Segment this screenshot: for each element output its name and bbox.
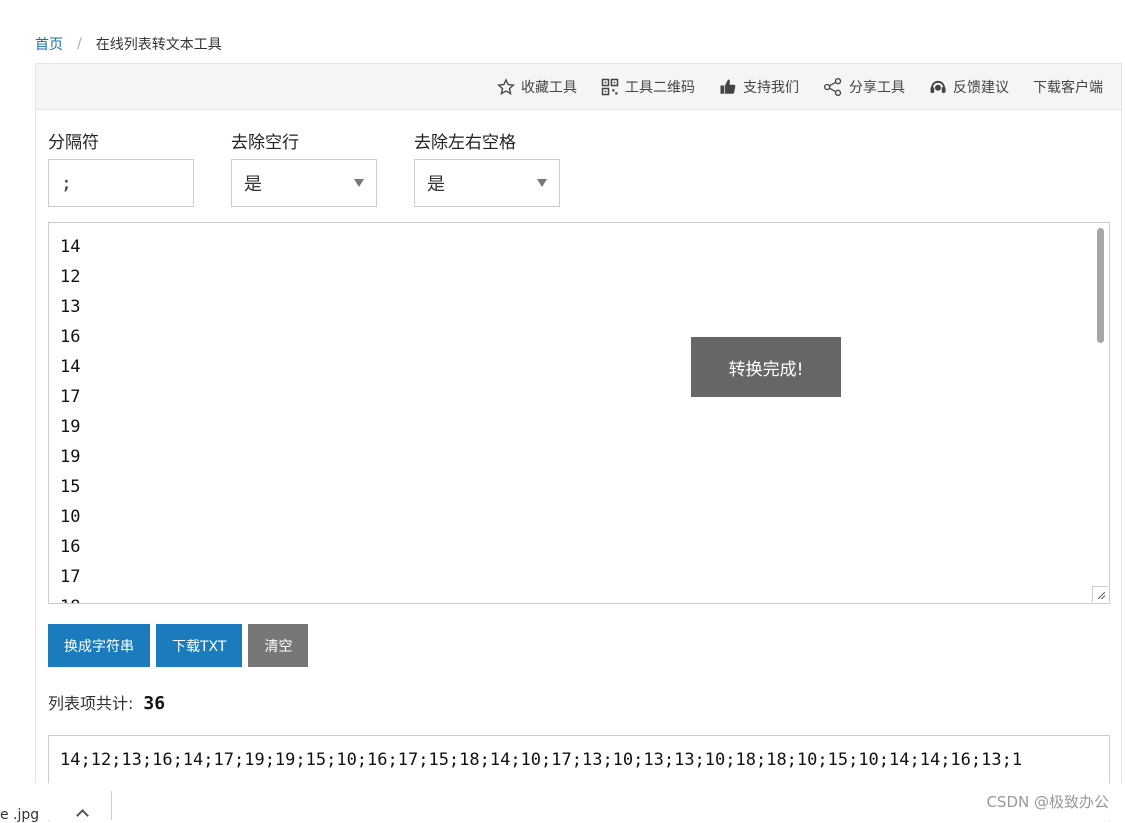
- share-tool-button[interactable]: 分享工具: [823, 77, 905, 97]
- input-line: 17: [60, 387, 81, 407]
- result-text: 14;12;13;16;14;17;19;19;15;10;16;17;15;1…: [60, 750, 1023, 770]
- textarea-scrollbar[interactable]: [1097, 228, 1104, 343]
- item-count-value: 36: [143, 693, 166, 714]
- support-us-label: 支持我们: [743, 79, 799, 96]
- feedback-button[interactable]: 反馈建议: [929, 77, 1009, 97]
- input-line: 12: [60, 267, 81, 287]
- watermark: CSDN @极致办公: [986, 793, 1109, 811]
- convert-button[interactable]: 换成字符串: [48, 624, 150, 667]
- qrcode-button[interactable]: 工具二维码: [601, 77, 695, 97]
- download-client-label: 下载客户端: [1033, 79, 1103, 96]
- trim-value: 是: [427, 174, 445, 195]
- input-line: 17: [60, 567, 81, 587]
- input-line: 14: [60, 357, 81, 377]
- downloaded-file-name[interactable]: e .jpg: [0, 807, 39, 823]
- tool-panel: 收藏工具 工具二维码 支持我们 分享工具 反馈建议 下载客户端 分隔符 ; 去除…: [35, 63, 1122, 821]
- qrcode-icon: [601, 78, 619, 95]
- thumbs-up-icon: [720, 79, 736, 94]
- dropdown-arrow-icon: [537, 179, 547, 187]
- remove-blank-label: 去除空行: [231, 133, 299, 153]
- trim-select[interactable]: 是: [414, 159, 560, 207]
- dropdown-arrow-icon: [354, 179, 364, 187]
- breadcrumb-home-link[interactable]: 首页: [35, 34, 63, 54]
- list-input-textarea[interactable]: 14 12 13 16 14 17 19 19 15 10 16 17 18: [48, 222, 1110, 604]
- delimiter-input[interactable]: ;: [48, 159, 194, 207]
- share-icon: [824, 77, 842, 96]
- input-line: 16: [60, 537, 81, 557]
- download-client-button[interactable]: 下载客户端: [1033, 77, 1103, 97]
- divider: [111, 791, 112, 820]
- favorite-tool-label: 收藏工具: [521, 79, 577, 96]
- list-input-lines: 14 12 13 16 14 17 19 19 15 10 16 17 18: [60, 232, 81, 603]
- remove-blank-select[interactable]: 是: [231, 159, 377, 207]
- delimiter-value: ;: [61, 172, 72, 194]
- support-us-button[interactable]: 支持我们: [719, 77, 799, 97]
- delimiter-label: 分隔符: [48, 133, 99, 153]
- resize-handle-icon[interactable]: [1092, 586, 1108, 602]
- favorite-tool-button[interactable]: 收藏工具: [497, 77, 577, 97]
- input-line: 19: [60, 447, 81, 467]
- remove-blank-field-group: 去除空行 是: [231, 128, 377, 207]
- share-tool-label: 分享工具: [849, 79, 905, 96]
- delimiter-field-group: 分隔符 ;: [48, 128, 194, 207]
- item-count: 列表项共计: 36: [48, 690, 165, 714]
- trim-label: 去除左右空格: [414, 133, 516, 153]
- download-bar: e .jpg CSDN @极致办公: [0, 783, 1125, 823]
- qrcode-label: 工具二维码: [625, 79, 695, 96]
- breadcrumb-separator: /: [77, 36, 82, 52]
- trim-field-group: 去除左右空格 是: [414, 128, 560, 207]
- conversion-complete-toast: 转换完成!: [691, 337, 841, 397]
- toolbar: 收藏工具 工具二维码 支持我们 分享工具 反馈建议 下载客户端: [36, 64, 1121, 110]
- remove-blank-value: 是: [244, 174, 262, 195]
- clear-button[interactable]: 清空: [248, 624, 309, 667]
- headset-icon: [930, 80, 946, 93]
- breadcrumb-current: 在线列表转文本工具: [95, 37, 222, 53]
- feedback-label: 反馈建议: [953, 79, 1009, 96]
- item-count-label: 列表项共计:: [48, 694, 134, 713]
- input-line: 13: [60, 297, 81, 317]
- input-line: 10: [60, 507, 81, 527]
- download-txt-button[interactable]: 下载TXT: [156, 624, 243, 667]
- input-line: 15: [60, 477, 81, 497]
- star-icon: [497, 77, 515, 95]
- breadcrumb: 首页 / 在线列表转文本工具: [35, 34, 222, 54]
- input-line: 19: [60, 417, 81, 437]
- input-line: 16: [60, 327, 81, 347]
- input-line: 14: [60, 237, 81, 257]
- action-buttons: 换成字符串 下载TXT 清空: [48, 624, 314, 667]
- input-line: 18: [60, 592, 80, 603]
